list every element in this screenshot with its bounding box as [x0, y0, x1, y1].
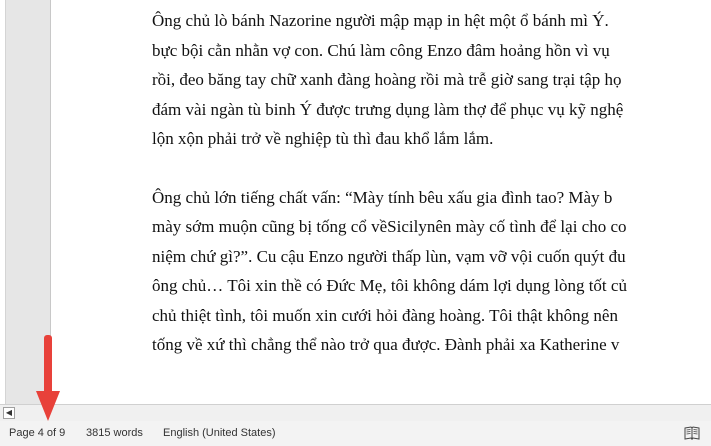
language-status[interactable]: English (United States) — [163, 427, 276, 439]
paragraph-spacing — [152, 154, 711, 183]
text-line: niệm chứ gì?”. Cu cậu Enzo người thấp lù… — [152, 246, 626, 266]
word-count-status[interactable]: 3815 words — [86, 427, 143, 439]
document-body[interactable]: Ông chủ lò bánh Nazorine người mập mạp i… — [152, 6, 711, 360]
read-mode-icon[interactable] — [684, 426, 700, 441]
paragraph: Ông chủ lò bánh Nazorine người mập mạp i… — [152, 6, 711, 154]
text-line: Ông chủ lớn tiếng chất vấn: “Mày tính bê… — [152, 187, 613, 207]
text-line: tống về xứ thì chẳng thể nào trở qua đượ… — [152, 335, 620, 354]
document-workspace: Ông chủ lò bánh Nazorine người mập mạp i… — [0, 0, 711, 404]
paragraph: Ông chủ lớn tiếng chất vấn: “Mày tính bê… — [152, 183, 711, 360]
vertical-ruler — [0, 0, 6, 404]
text-line: Ông chủ lò bánh Nazorine người mập mạp i… — [152, 11, 609, 30]
text-line: lộn xộn phải trở về nghiệp tù thì đau kh… — [152, 129, 494, 148]
page-count-status[interactable]: Page 4 of 9 — [9, 427, 65, 439]
red-down-arrow-icon — [36, 335, 60, 421]
text-line: chủ thiệt tình, tôi muốn xin cưới hỏi đà… — [152, 305, 618, 325]
read-mode-icon-graphic — [684, 426, 700, 441]
horizontal-scrollbar[interactable]: ◀ — [0, 404, 711, 422]
text-line: ông chủ… Tôi xin thề có Đức Mẹ, tôi khôn… — [152, 276, 627, 295]
text-line: mày sớm muộn cũng bị tống cổ vềSicilynên… — [152, 217, 627, 236]
text-line: đám vài ngàn tù binh Ý được trưng dụng l… — [152, 99, 624, 119]
scroll-left-arrow-icon[interactable]: ◀ — [3, 407, 15, 419]
status-bar: Page 4 of 9 3815 words English (United S… — [0, 421, 711, 446]
text-line: rồi, đeo băng tay chữ xanh đàng hoàng rồ… — [152, 70, 622, 89]
text-line: bực bội cằn nhằn vợ con. Chú làm công En… — [152, 40, 610, 60]
